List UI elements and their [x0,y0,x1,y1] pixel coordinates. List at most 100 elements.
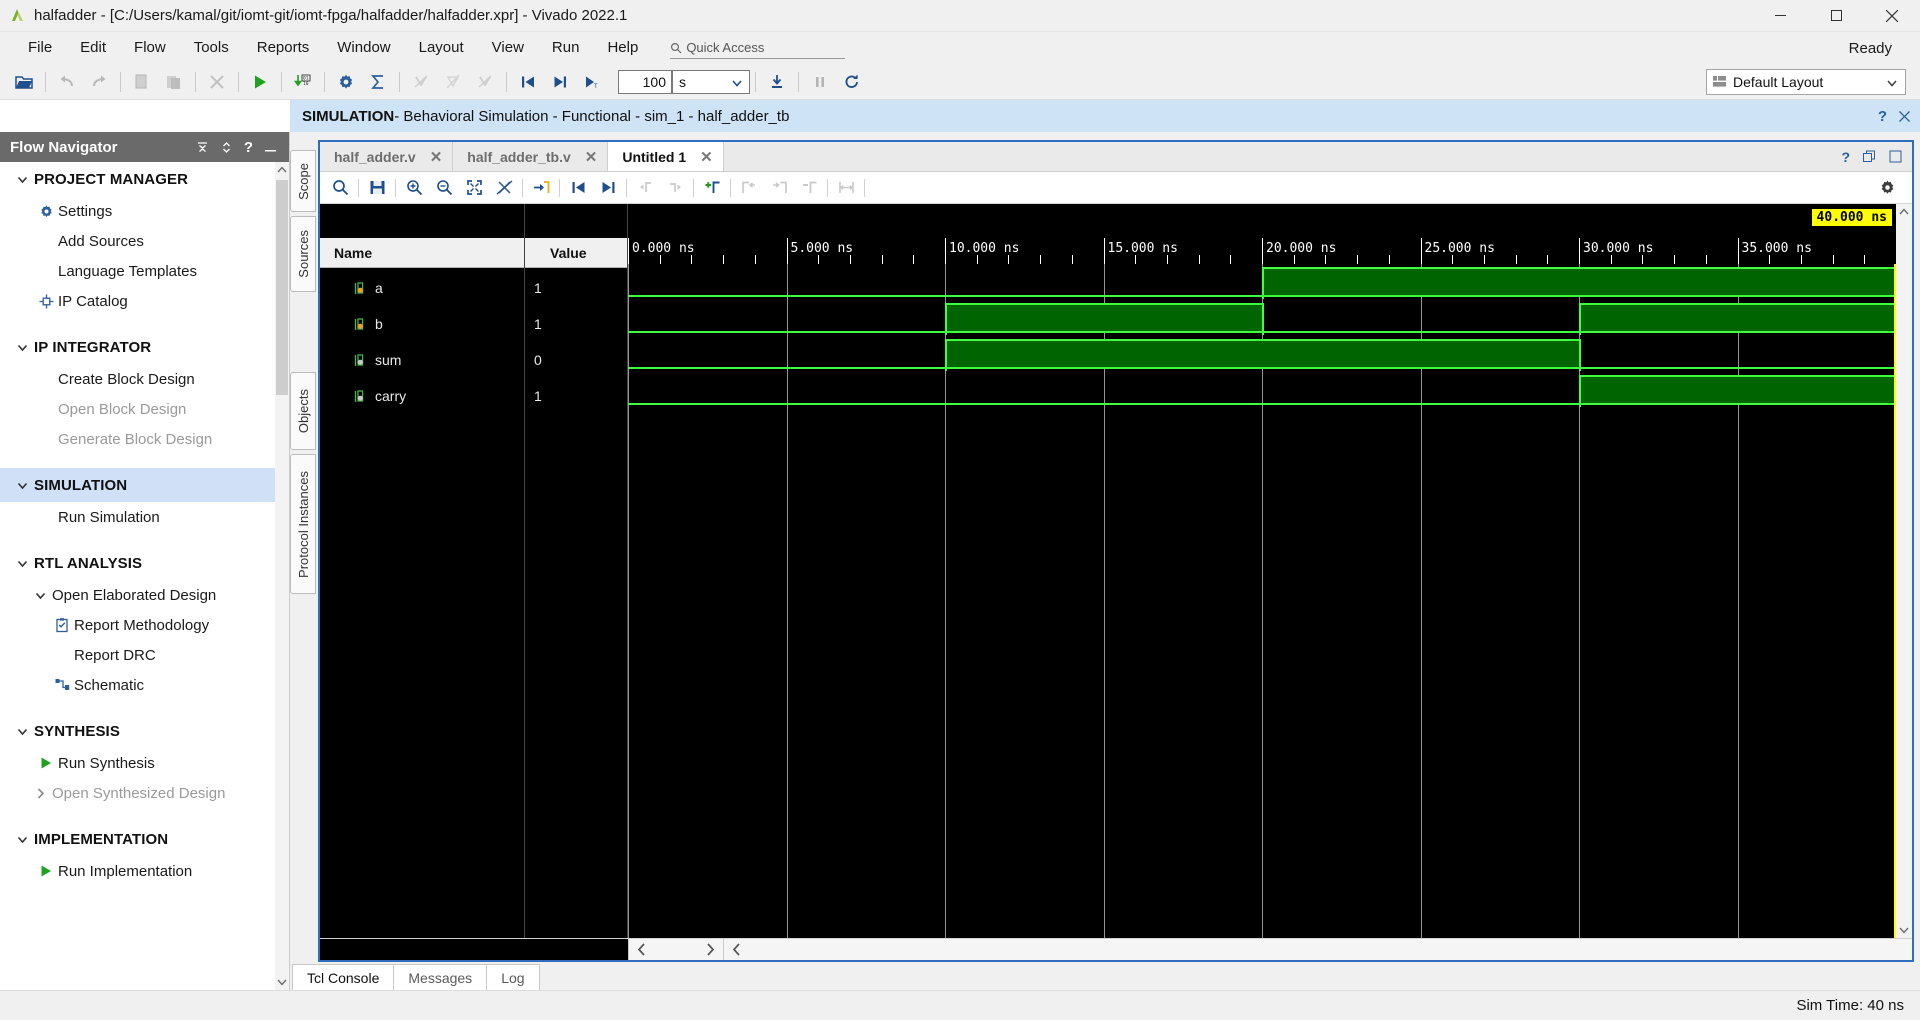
waveform-canvas[interactable]: 40.000 ns 0.000 ns 5.000 ns 10.000 ns 15.00… [628,204,1896,938]
no-route-icon[interactable] [405,67,437,97]
signal-row-b[interactable]: b [320,306,524,342]
prev-transition-icon[interactable] [563,174,593,202]
chevron-down-icon[interactable] [10,341,34,354]
scroll-up-icon[interactable] [275,162,289,178]
sidebar-item-add-sources[interactable]: Add Sources [0,226,275,256]
chevron-down-icon[interactable] [10,557,34,570]
next-marker2-icon[interactable] [764,174,794,202]
sidebar-section-ip-integrator[interactable]: IP INTEGRATOR [0,330,275,364]
redo-icon[interactable] [83,67,115,97]
menu-tools[interactable]: Tools [180,32,243,64]
sidebar-item-create-block-design[interactable]: Create Block Design [0,364,275,394]
sidebar-item-open-block-design[interactable]: Open Block Design [0,394,275,424]
add-marker-icon[interactable] [697,174,727,202]
chevron-right-icon[interactable] [706,943,715,956]
chevron-left-icon[interactable] [637,943,646,956]
menu-help[interactable]: Help [593,32,652,64]
paste-icon[interactable] [158,67,190,97]
prev-marker-icon[interactable] [630,174,660,202]
restart-sim-icon[interactable] [512,67,544,97]
scrollbar-thumb[interactable] [276,180,288,395]
binary-icon[interactable]: 01 10 [287,67,319,97]
sidebar-item-report-methodology[interactable]: Report Methodology [0,610,275,640]
restore-icon[interactable] [1863,150,1876,163]
sidebar-item-ip-catalog[interactable]: IP Catalog [0,286,275,316]
signal-row-carry[interactable]: carry [320,378,524,414]
step-icon[interactable] [761,67,793,97]
zoom-out-icon[interactable] [429,174,459,202]
maximize-icon[interactable] [1808,0,1864,32]
close-icon[interactable]: ✕ [700,148,713,166]
run-for-icon[interactable]: T [576,67,608,97]
collapse-all-icon[interactable] [196,141,209,154]
goto-time-icon[interactable] [526,174,556,202]
chevron-down-icon[interactable] [10,833,34,846]
close-icon[interactable]: ✕ [585,148,598,166]
waveform-vertical-scrollbar[interactable] [1896,204,1912,938]
measure-icon[interactable] [831,174,861,202]
tab-tcl-console[interactable]: Tcl Console [292,964,395,990]
sidebar-item-generate-block-design[interactable]: Generate Block Design [0,424,275,454]
help-icon[interactable]: ? [1878,108,1887,125]
waveform-horizontal-scrollbar[interactable] [320,938,1912,960]
vtab-sources[interactable]: Sources [290,216,316,292]
menu-file[interactable]: File [14,32,66,64]
layout-select[interactable]: Default Layout [1706,68,1906,95]
no-place-icon[interactable] [437,67,469,97]
scroll-up-icon[interactable] [1899,204,1909,220]
scroll-down-icon[interactable] [275,974,289,990]
save-icon[interactable] [362,174,392,202]
zoom-fit-icon[interactable] [459,174,489,202]
sidebar-item-language-templates[interactable]: Language Templates [0,256,275,286]
gear-icon[interactable] [1872,174,1902,202]
run-all-icon[interactable] [544,67,576,97]
vtab-objects[interactable]: Objects [290,372,316,450]
next-transition-icon[interactable] [593,174,623,202]
minimize-icon[interactable] [1752,0,1808,32]
close-icon[interactable] [1899,110,1910,122]
copy-icon[interactable] [126,67,158,97]
pause-icon[interactable] [804,67,836,97]
sidebar-item-run-implementation[interactable]: Run Implementation [0,856,275,886]
minimize-icon[interactable] [264,141,277,154]
sim-time-input[interactable]: 100 [618,69,672,94]
sidebar-section-implementation[interactable]: IMPLEMENTATION [0,822,275,856]
sidebar-scrollbar[interactable] [275,162,289,990]
maximize-icon[interactable] [1889,150,1902,163]
sidebar-section-synthesis[interactable]: SYNTHESIS [0,714,275,748]
help-icon[interactable]: ? [1841,149,1850,165]
time-ruler[interactable]: 0.000 ns 5.000 ns 10.000 ns 15.000 ns 20.000… [628,238,1896,264]
next-marker-icon[interactable] [660,174,690,202]
sidebar-item-open-elaborated-design[interactable]: Open Elaborated Design [0,580,275,610]
cancel-icon[interactable] [201,67,233,97]
tab-untitled-1[interactable]: Untitled 1 ✕ [608,142,724,171]
first-marker-icon[interactable] [734,174,764,202]
menu-edit[interactable]: Edit [66,32,120,64]
vtab-protocol-instances[interactable]: Protocol Instances [290,454,316,594]
signal-row-sum[interactable]: sum [320,342,524,378]
sidebar-section-project-manager[interactable]: PROJECT MANAGER [0,162,275,196]
search-icon[interactable] [325,174,355,202]
zoom-in-icon[interactable] [399,174,429,202]
sidebar-item-run-synthesis[interactable]: Run Synthesis [0,748,275,778]
chevron-down-icon[interactable] [10,725,34,738]
menu-view[interactable]: View [478,32,538,64]
menu-flow[interactable]: Flow [120,32,180,64]
sim-time-unit-select[interactable]: s [672,69,750,94]
sidebar-item-report-drc[interactable]: Report DRC [0,640,275,670]
chevron-left-icon[interactable] [732,943,741,956]
zoom-cursor-icon[interactable] [489,174,519,202]
help-icon[interactable]: ? [244,139,253,156]
signal-row-a[interactable]: a [320,270,524,306]
sidebar-section-simulation[interactable]: SIMULATION [0,468,275,502]
chevron-down-icon[interactable] [10,479,34,492]
simulation-end-marker[interactable] [1894,264,1896,938]
name-panel-scroll-nav[interactable] [628,939,723,960]
tab-half-adder-tb-v[interactable]: half_adder_tb.v ✕ [453,142,609,171]
sigma-icon[interactable] [362,67,394,97]
close-icon[interactable] [1864,0,1920,32]
no-unplace-icon[interactable] [469,67,501,97]
menu-run[interactable]: Run [538,32,594,64]
chevron-down-icon[interactable] [10,173,34,186]
sidebar-section-rtl-analysis[interactable]: RTL ANALYSIS [0,546,275,580]
